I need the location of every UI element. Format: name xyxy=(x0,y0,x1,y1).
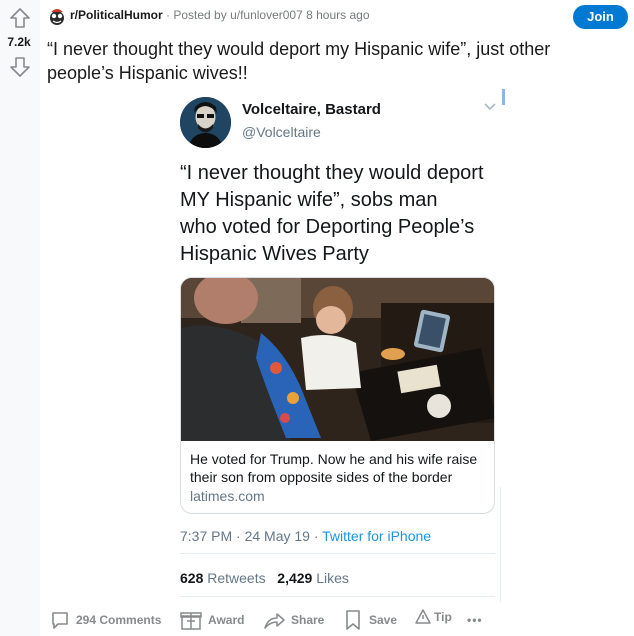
tweet-text-line: “I never thought they would deport xyxy=(180,162,484,184)
award-icon xyxy=(180,612,202,630)
comment-icon xyxy=(52,612,68,629)
comments-label: 294 Comments xyxy=(76,613,162,627)
tweet-text-line: who voted for Deporting People’s xyxy=(180,216,475,238)
tweet-author-name[interactable]: Volceltaire, Bastard xyxy=(242,101,381,118)
posted-by: · Posted by u/funlover007 8 hours ago xyxy=(166,8,370,22)
upvote-icon[interactable] xyxy=(8,6,32,30)
more-options-button[interactable]: ••• xyxy=(467,606,483,634)
award-button[interactable]: Award xyxy=(180,606,244,634)
save-button[interactable]: Save xyxy=(343,606,397,634)
link-card-photo xyxy=(181,278,494,441)
tip-button[interactable]: Tip xyxy=(415,603,452,631)
share-label: Share xyxy=(291,613,325,627)
retweets-label[interactable]: Retweets xyxy=(207,570,265,586)
tip-icon xyxy=(415,609,431,624)
vote-rail: 7.2k xyxy=(0,0,40,636)
link-card[interactable]: He voted for Trump. Now he and his wife … xyxy=(180,277,495,514)
award-label: Award xyxy=(208,613,245,627)
reddit-post: 7.2k r/PoliticalHumor · Posted by u/funl… xyxy=(0,0,634,636)
tweet-text-line: Hispanic Wives Party xyxy=(180,243,369,265)
tweet-source-link[interactable]: Twitter for iPhone xyxy=(322,528,431,544)
chevron-down-icon[interactable] xyxy=(484,102,496,112)
tweet-text-line: MY Hispanic wife”, sobs man xyxy=(180,189,438,211)
link-card-domain: latimes.com xyxy=(190,488,265,504)
retweets-count[interactable]: 628 xyxy=(180,570,203,586)
tweet-time[interactable]: 7:37 PM · 24 May 19 · xyxy=(180,528,322,544)
save-icon xyxy=(346,610,360,630)
comments-button[interactable]: 294 Comments xyxy=(50,606,161,634)
tweet-stats: 628 Retweets 2,429 Likes xyxy=(180,570,349,586)
save-label: Save xyxy=(369,613,398,627)
more-icon: ••• xyxy=(467,613,483,627)
tweet-timestamp: 7:37 PM · 24 May 19 · Twitter for iPhone xyxy=(180,528,431,544)
downvote-icon[interactable] xyxy=(8,55,32,79)
divider xyxy=(180,553,495,554)
link-card-text: He voted for Trump. Now he and his wife … xyxy=(190,451,478,485)
tweet-avatar[interactable] xyxy=(180,97,231,148)
vote-count: 7.2k xyxy=(7,35,31,49)
tip-label: Tip xyxy=(434,610,452,624)
subreddit-avatar[interactable] xyxy=(47,7,67,27)
post-title[interactable]: “I never thought they would deport my Hi… xyxy=(47,37,617,85)
likes-label[interactable]: Likes xyxy=(316,570,349,586)
subreddit-link[interactable]: r/PoliticalHumor xyxy=(70,8,163,22)
join-button[interactable]: Join xyxy=(573,5,628,29)
post-meta: r/PoliticalHumor · Posted by u/funlover0… xyxy=(70,8,370,22)
share-button[interactable]: Share xyxy=(263,606,324,634)
tweet-author-handle[interactable]: @Volceltaire xyxy=(242,124,321,140)
tweet-embed[interactable]: Volceltaire, Bastard @Volceltaire “I nev… xyxy=(168,86,508,600)
share-icon xyxy=(264,613,285,629)
tweet-text: “I never thought they would deport MY Hi… xyxy=(180,160,510,268)
likes-count[interactable]: 2,429 xyxy=(277,570,312,586)
divider xyxy=(180,596,495,597)
avatar-image xyxy=(180,97,231,148)
